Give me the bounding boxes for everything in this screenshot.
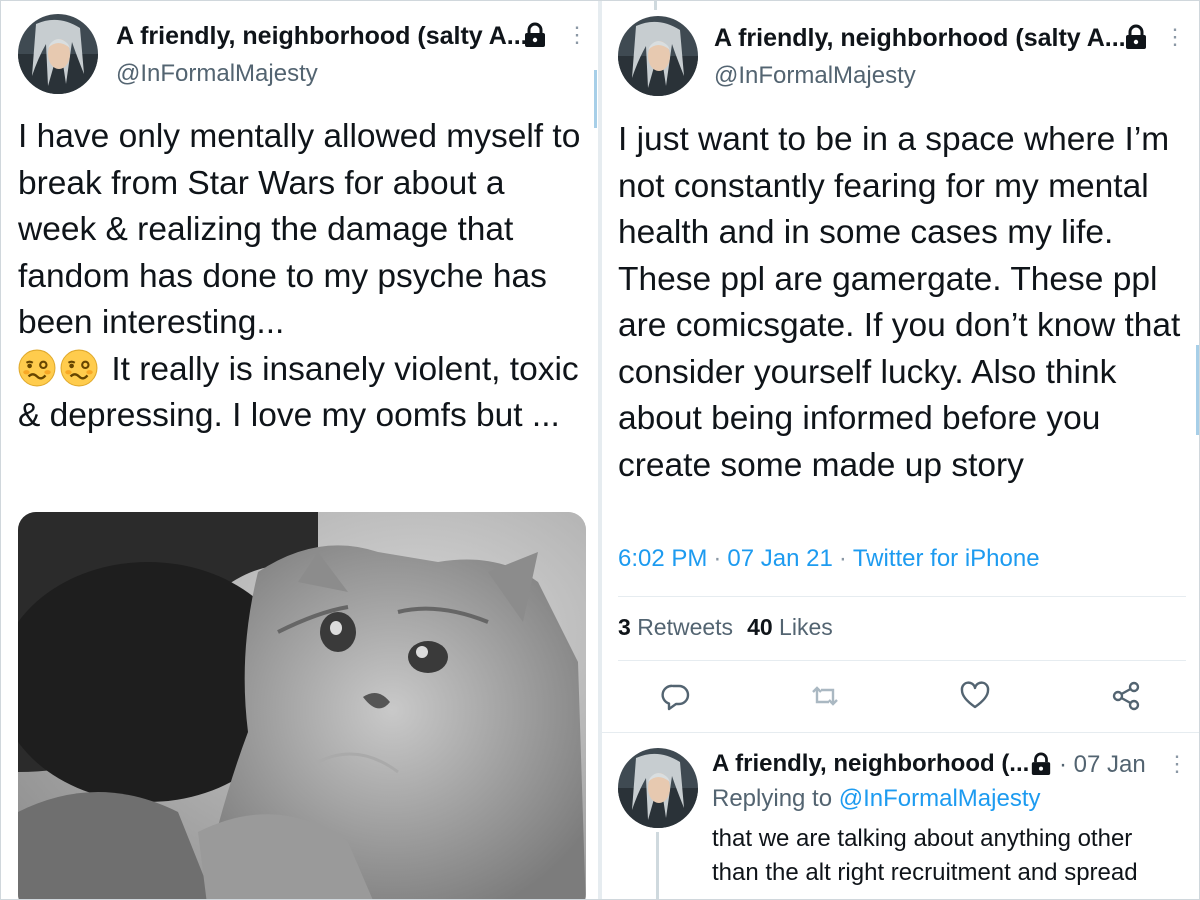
woozy-face-emoji — [18, 349, 56, 386]
tweet-source[interactable]: Twitter for iPhone — [853, 545, 1040, 572]
user-handle[interactable]: @InFormalMajesty — [714, 62, 916, 90]
divider — [618, 660, 1186, 661]
lock-icon — [525, 22, 545, 47]
more-options-icon[interactable]: ⋮ — [1166, 753, 1188, 775]
share-icon[interactable] — [1110, 680, 1142, 712]
reply-icon[interactable] — [660, 680, 692, 712]
engagement-counts: 3 Retweets 40 Likes — [618, 614, 833, 641]
divider — [618, 596, 1186, 597]
reply-avatar[interactable] — [618, 748, 698, 828]
right-tweet-panel: A friendly, neighborhood (salty A... ⋮ @… — [602, 0, 1200, 900]
reply-text: that we are talking about anything other… — [712, 825, 1138, 886]
tweet-date[interactable]: 07 Jan 21 — [727, 545, 832, 572]
separator: · — [713, 545, 722, 572]
more-options-icon[interactable]: ⋮ — [1164, 26, 1186, 48]
display-name[interactable]: A friendly, neighborhood (salty A... — [714, 24, 1126, 53]
thread-line — [654, 0, 657, 10]
user-handle[interactable]: @InFormalMajesty — [116, 60, 318, 88]
tweet-time[interactable]: 6:02 PM — [618, 545, 707, 572]
replying-label: Replying to — [712, 785, 833, 812]
lock-icon — [1126, 24, 1146, 49]
avatar[interactable] — [18, 14, 98, 94]
retweets-count: 3 — [618, 614, 631, 640]
likes-count: 40 — [747, 614, 773, 640]
cat-image — [18, 512, 586, 900]
tweet-text: I just want to be in a space where I’m n… — [618, 121, 1181, 484]
display-name[interactable]: A friendly, neighborhood (salty A... — [116, 22, 528, 51]
left-tweet-panel: A friendly, neighborhood (salty A... ⋮ @… — [0, 0, 598, 900]
separator: · — [838, 545, 847, 572]
retweets-count-link[interactable]: 3 Retweets — [618, 614, 733, 640]
reply-date[interactable]: · 07 Jan — [1059, 751, 1146, 779]
replying-mention[interactable]: @InFormalMajesty — [839, 785, 1041, 812]
divider — [602, 732, 1200, 733]
woozy-face-emoji — [60, 349, 98, 386]
likes-count-link[interactable]: 40 Likes — [747, 614, 833, 640]
avatar-image — [618, 748, 698, 828]
more-options-icon[interactable]: ⋮ — [566, 24, 588, 46]
avatar-image — [618, 16, 698, 96]
lock-icon — [1031, 752, 1051, 775]
replying-to: Replying to @InFormalMajesty — [712, 785, 1041, 813]
tweet-text-part-2: It really is insanely violent, toxic & d… — [18, 350, 579, 435]
like-icon[interactable] — [959, 680, 991, 712]
scroll-indicator — [594, 70, 597, 128]
reply-display-name[interactable]: A friendly, neighborhood (... — [712, 750, 1029, 778]
scroll-indicator — [1196, 345, 1199, 435]
avatar[interactable] — [618, 16, 698, 96]
tweet-timestamp: 6:02 PM · 07 Jan 21 · Twitter for iPhone — [618, 545, 1040, 573]
retweets-label: Retweets — [637, 614, 734, 640]
retweet-icon[interactable] — [809, 680, 841, 712]
separator: · — [1059, 751, 1067, 778]
thread-line — [656, 832, 659, 900]
avatar-image — [18, 14, 98, 94]
tweet-text: I have only mentally allowed myself to b… — [18, 114, 584, 440]
tweet-media[interactable] — [18, 512, 586, 900]
reply-date-text: 07 Jan — [1073, 751, 1146, 778]
likes-label: Likes — [779, 614, 833, 640]
tweet-text-part-1: I have only mentally allowed myself to b… — [18, 118, 581, 341]
